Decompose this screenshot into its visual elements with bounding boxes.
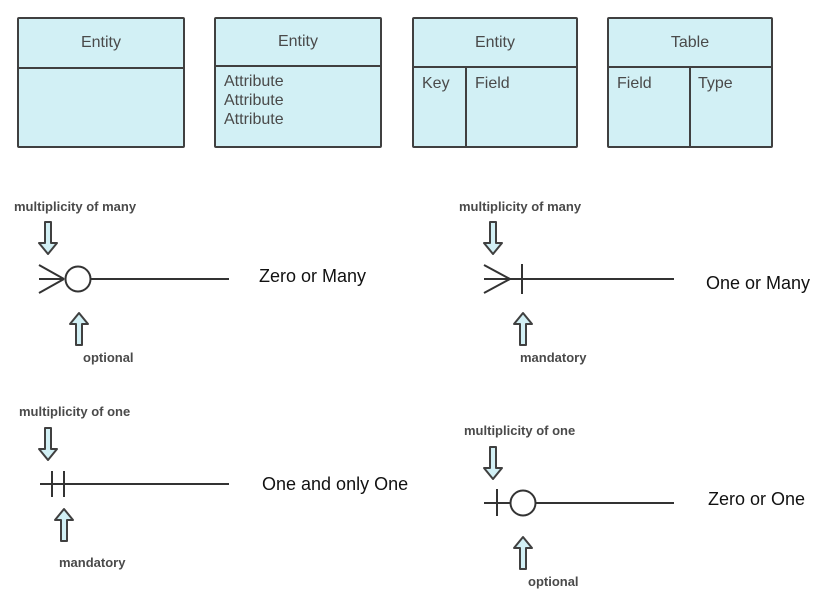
crows-foot-upper-line xyxy=(38,264,65,280)
up-arrow-icon xyxy=(513,536,533,570)
bottom-label: mandatory xyxy=(520,350,587,365)
notation-name: One and only One xyxy=(262,474,409,494)
bottom-label: mandatory xyxy=(59,555,126,570)
crows-foot-lower-line xyxy=(483,278,511,294)
notation-drawings xyxy=(38,221,674,570)
down-arrow-icon xyxy=(38,221,58,255)
bottom-label: optional xyxy=(83,350,134,365)
bottom-label: optional xyxy=(528,574,579,589)
down-arrow-icon xyxy=(483,446,503,480)
top-label: multiplicity of one xyxy=(19,404,131,419)
optional-circle xyxy=(509,489,537,517)
crows-foot-lower-line xyxy=(38,278,65,294)
up-arrow-icon xyxy=(513,312,533,346)
notation-name: One or Many xyxy=(706,273,811,293)
top-label: multiplicity of many xyxy=(14,199,137,214)
notation-name: Zero or Many xyxy=(259,266,367,286)
down-arrow-icon xyxy=(483,221,503,255)
zero-or-many-symbol xyxy=(38,264,229,294)
down-arrow-icon xyxy=(38,427,58,461)
one-or-many-symbol xyxy=(483,264,674,294)
up-arrow-icon xyxy=(54,508,74,542)
up-arrow-icon xyxy=(69,312,89,346)
crows-foot-upper-line xyxy=(483,264,511,280)
optional-circle xyxy=(64,265,92,293)
top-label: multiplicity of one xyxy=(464,423,576,438)
zero-or-one-symbol xyxy=(484,489,674,517)
one-and-only-one-symbol xyxy=(40,471,229,497)
notation-name: Zero or One xyxy=(708,489,806,509)
top-label: multiplicity of many xyxy=(459,199,582,214)
